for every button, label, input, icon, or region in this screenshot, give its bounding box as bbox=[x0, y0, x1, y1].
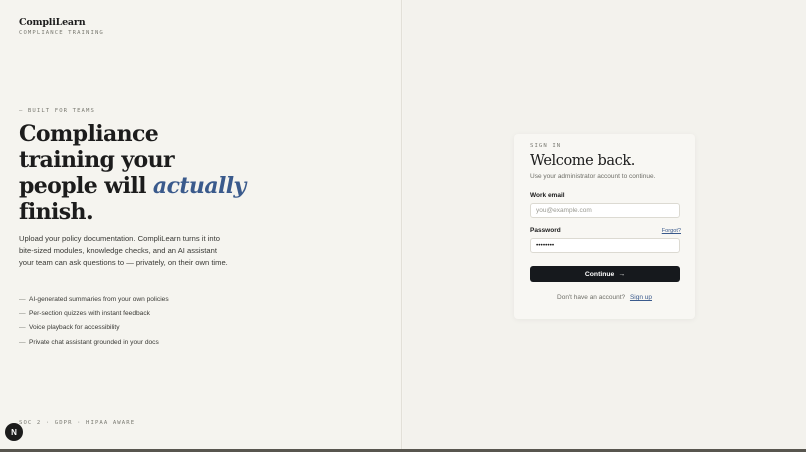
feature-text: Private chat assistant grounded in your … bbox=[29, 338, 159, 346]
feature-item: — Per-section quizzes with instant feedba… bbox=[19, 309, 169, 323]
hero-lead: Upload your policy documentation. Compli… bbox=[19, 234, 228, 267]
signin-eyebrow: SIGN IN bbox=[530, 143, 562, 149]
brand-name: CompliLearn bbox=[19, 17, 86, 28]
hero-headline: Compliance training your people will act… bbox=[19, 121, 259, 225]
feature-text: AI-generated summaries from your own pol… bbox=[29, 296, 169, 303]
email-field[interactable] bbox=[530, 203, 680, 218]
feature-text: Per-section quizzes with instant feedbac… bbox=[29, 310, 150, 318]
brand: CompliLearn COMPLIANCE TRAINING bbox=[19, 17, 104, 36]
continue-label: Continue bbox=[584, 270, 615, 278]
arrow-right-icon: → bbox=[618, 270, 626, 278]
headline-line-3: people will bbox=[19, 173, 153, 199]
feature-dash: — bbox=[19, 324, 26, 332]
email-label: Work email bbox=[530, 192, 565, 199]
headline-accent: actually bbox=[152, 173, 246, 199]
feature-dash: — bbox=[19, 338, 26, 346]
feature-item: — Voice playback for accessibility bbox=[19, 323, 169, 337]
password-label: Password bbox=[530, 227, 561, 234]
brand-tagline: COMPLIANCE TRAINING bbox=[19, 30, 104, 36]
signin-title: Welcome back. bbox=[530, 153, 635, 169]
feature-text: Voice playback for accessibility bbox=[29, 324, 120, 332]
headline-line-2: training your bbox=[19, 147, 175, 173]
signin-card: SIGN IN Welcome back. Use your administr… bbox=[514, 134, 695, 319]
left-panel: CompliLearn COMPLIANCE TRAINING — BUILT … bbox=[0, 0, 402, 452]
headline-line-4: finish. bbox=[19, 199, 94, 225]
forgot-password-link[interactable]: Forgot? bbox=[662, 228, 681, 234]
headline-line-1: Compliance bbox=[19, 121, 159, 147]
feature-list: — AI-generated summaries from your own po… bbox=[19, 295, 169, 352]
signup-link[interactable]: Sign up bbox=[630, 294, 652, 301]
password-field[interactable] bbox=[530, 238, 680, 253]
signup-row: Don't have an account? Sign up bbox=[514, 294, 695, 301]
next-logo-icon[interactable]: N bbox=[5, 423, 23, 441]
feature-dash: — bbox=[19, 296, 26, 303]
compliance-footer: SOC 2 · GDPR · HIPAA AWARE bbox=[19, 420, 136, 426]
feature-dash: — bbox=[19, 310, 26, 318]
feature-item: — Private chat assistant grounded in your… bbox=[19, 338, 169, 352]
signin-subtitle: Use your administrator account to contin… bbox=[530, 173, 656, 180]
feature-item: — AI-generated summaries from your own po… bbox=[19, 295, 169, 309]
continue-button[interactable]: Continue → bbox=[530, 266, 680, 282]
hero-eyebrow: — BUILT FOR TEAMS bbox=[19, 108, 95, 114]
no-account-text: Don't have an account? bbox=[557, 294, 626, 301]
